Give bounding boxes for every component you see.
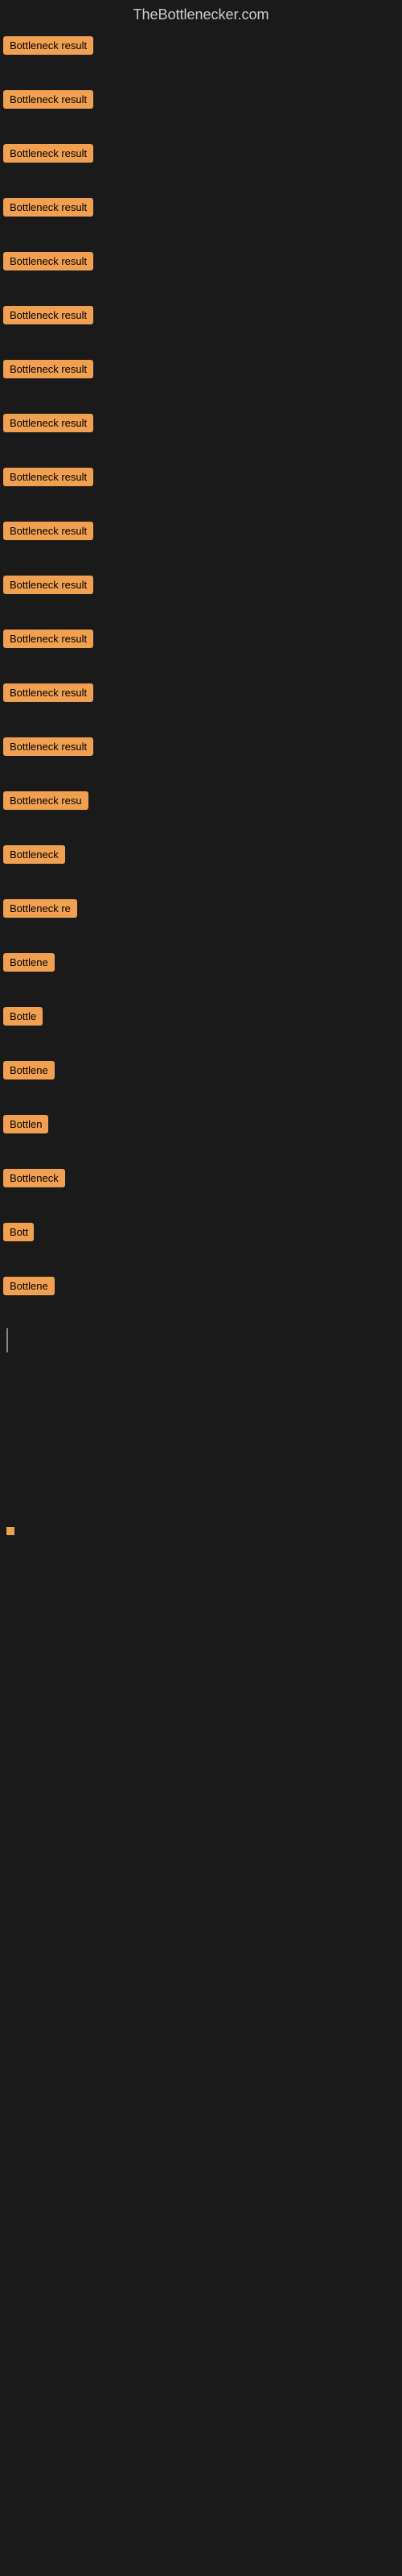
list-item[interactable]: Bottleneck result (0, 569, 402, 601)
small-indicator (6, 1527, 14, 1535)
list-item[interactable]: Bottleneck result (0, 731, 402, 762)
bottleneck-badge: Bottleneck re (3, 899, 77, 918)
list-item[interactable]: Bott (0, 1216, 402, 1248)
list-item[interactable]: Bottlene (0, 1055, 402, 1086)
list-item[interactable]: Bottlen (0, 1108, 402, 1140)
bottleneck-badge: Bottleneck result (3, 360, 93, 378)
list-item[interactable]: Bottleneck result (0, 299, 402, 331)
bottleneck-badge: Bottleneck result (3, 198, 93, 217)
list-item[interactable]: Bottleneck result (0, 246, 402, 277)
bottleneck-badge: Bottleneck result (3, 737, 93, 756)
list-item[interactable]: Bottleneck result (0, 677, 402, 708)
bottleneck-badge: Bottleneck result (3, 522, 93, 540)
list-item[interactable]: Bottleneck result (0, 407, 402, 439)
list-item[interactable]: Bottleneck result (0, 192, 402, 223)
bottleneck-badge: Bottleneck result (3, 683, 93, 702)
list-item[interactable]: Bottleneck result (0, 138, 402, 169)
bottleneck-badge: Bottlene (3, 953, 55, 972)
list-item[interactable]: Bottleneck result (0, 84, 402, 115)
cursor-indicator (6, 1328, 8, 1352)
bottleneck-badge: Bottleneck result (3, 414, 93, 432)
bottleneck-badge: Bottle (3, 1007, 43, 1026)
bottleneck-badge: Bottleneck result (3, 144, 93, 163)
bottleneck-badge: Bottleneck result (3, 90, 93, 109)
bottleneck-badge: Bottleneck result (3, 468, 93, 486)
list-item[interactable]: Bottleneck re (0, 893, 402, 924)
bottleneck-badge: Bottleneck result (3, 576, 93, 594)
list-item[interactable]: Bottleneck (0, 1162, 402, 1194)
list-item[interactable]: Bottleneck result (0, 30, 402, 61)
list-item[interactable]: Bottleneck result (0, 623, 402, 654)
bottleneck-badge: Bottleneck (3, 1169, 65, 1187)
list-item[interactable]: Bottleneck result (0, 353, 402, 385)
list-item[interactable]: Bottlene (0, 1270, 402, 1302)
list-item[interactable]: Bottleneck result (0, 515, 402, 547)
bottleneck-badge: Bottleneck result (3, 630, 93, 648)
bottleneck-badge: Bottleneck result (3, 252, 93, 270)
site-title: TheBottlenecker.com (0, 0, 402, 30)
bottleneck-badge: Bottlene (3, 1277, 55, 1295)
bottleneck-badge: Bottleneck (3, 845, 65, 864)
bottleneck-badge: Bott (3, 1223, 34, 1241)
bottleneck-badge: Bottleneck resu (3, 791, 88, 810)
list-item[interactable]: Bottleneck result (0, 461, 402, 493)
list-item[interactable]: Bottleneck resu (0, 785, 402, 816)
list-item[interactable]: Bottle (0, 1001, 402, 1032)
bottleneck-badge: Bottlene (3, 1061, 55, 1080)
list-item[interactable]: Bottlene (0, 947, 402, 978)
bottleneck-badge: Bottleneck result (3, 36, 93, 55)
bottleneck-badge: Bottlen (3, 1115, 48, 1133)
bottleneck-badge: Bottleneck result (3, 306, 93, 324)
list-item[interactable]: Bottleneck (0, 839, 402, 870)
